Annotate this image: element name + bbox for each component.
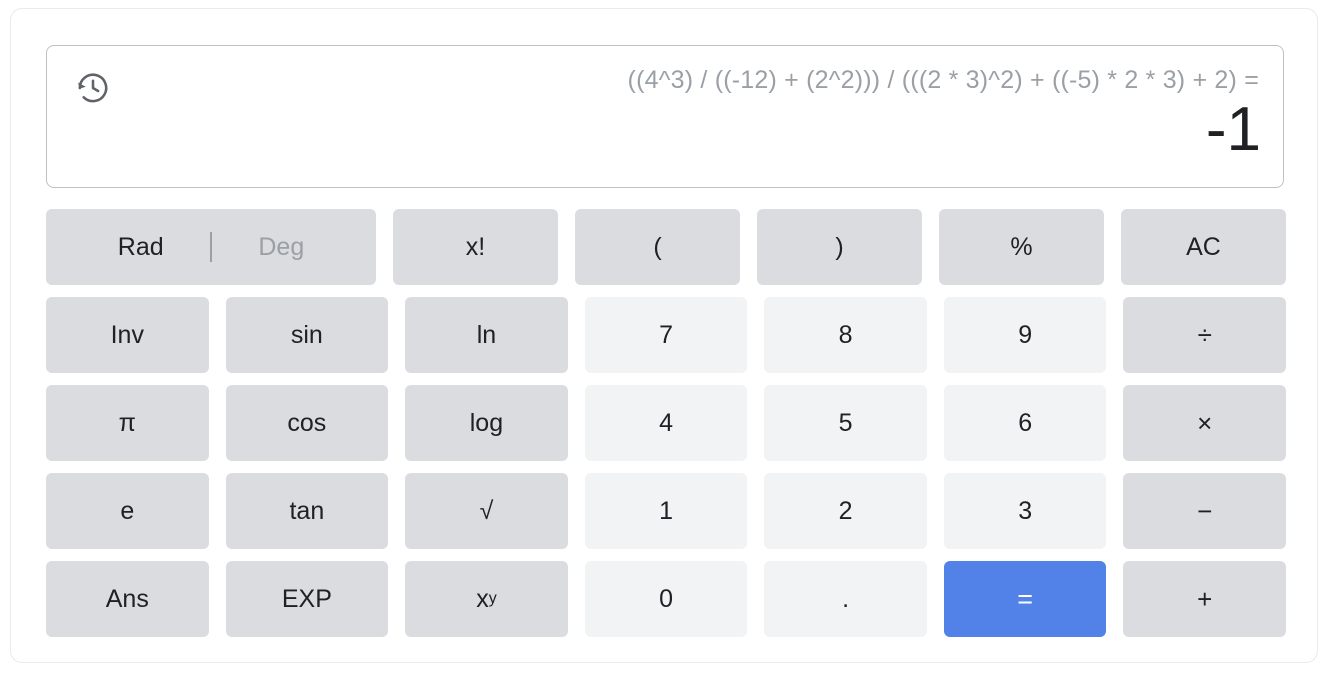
- button-factorial[interactable]: x!: [393, 209, 558, 285]
- button-pi[interactable]: π: [46, 385, 209, 461]
- button-sin[interactable]: sin: [225, 297, 389, 373]
- button-exponent-notation[interactable]: EXP: [225, 561, 389, 637]
- button-4[interactable]: 4: [584, 385, 748, 461]
- button-7[interactable]: 7: [584, 297, 748, 373]
- button-add[interactable]: +: [1123, 561, 1287, 637]
- button-multiply[interactable]: ×: [1123, 385, 1287, 461]
- history-icon[interactable]: [75, 70, 111, 106]
- keypad-row-4: e tan √ 1 2 3 −: [46, 473, 1287, 549]
- button-e[interactable]: e: [46, 473, 209, 549]
- button-answer[interactable]: Ans: [46, 561, 209, 637]
- button-all-clear[interactable]: AC: [1121, 209, 1286, 285]
- keypad-row-5: Ans EXP xy 0 . = +: [46, 561, 1287, 637]
- button-log[interactable]: log: [405, 385, 568, 461]
- keypad-row-2: Inv sin ln 7 8 9 ÷: [46, 297, 1287, 373]
- button-0[interactable]: 0: [584, 561, 748, 637]
- angle-mode-toggle[interactable]: Rad Deg: [46, 209, 376, 285]
- calculator-screen: ((4^3) / ((-12) + (2^2))) / (((2 * 3)^2)…: [0, 0, 1328, 680]
- button-open-paren[interactable]: (: [575, 209, 740, 285]
- rad-option[interactable]: Rad: [71, 233, 210, 262]
- keypad-row-3: π cos log 4 5 6 ×: [46, 385, 1287, 461]
- button-5[interactable]: 5: [764, 385, 927, 461]
- button-divide[interactable]: ÷: [1123, 297, 1287, 373]
- button-percent[interactable]: %: [939, 209, 1104, 285]
- button-equals[interactable]: =: [943, 561, 1107, 637]
- button-square-root[interactable]: √: [405, 473, 568, 549]
- button-9[interactable]: 9: [943, 297, 1107, 373]
- button-2[interactable]: 2: [764, 473, 927, 549]
- button-8[interactable]: 8: [764, 297, 927, 373]
- angle-mode-inner: Rad Deg: [46, 209, 376, 285]
- deg-option[interactable]: Deg: [212, 233, 351, 262]
- expression-text: ((4^3) / ((-12) + (2^2))) / (((2 * 3)^2)…: [627, 66, 1259, 94]
- button-ln[interactable]: ln: [405, 297, 568, 373]
- calculator-card: ((4^3) / ((-12) + (2^2))) / (((2 * 3)^2)…: [10, 8, 1318, 663]
- keypad-row-1: Rad Deg x! ( ) % AC: [46, 209, 1286, 285]
- result-value: -1: [1205, 95, 1261, 164]
- button-inverse[interactable]: Inv: [46, 297, 209, 373]
- button-cos[interactable]: cos: [225, 385, 389, 461]
- button-decimal-point[interactable]: .: [764, 561, 927, 637]
- button-close-paren[interactable]: ): [757, 209, 922, 285]
- button-1[interactable]: 1: [584, 473, 748, 549]
- button-3[interactable]: 3: [943, 473, 1107, 549]
- power-base: x: [476, 584, 489, 613]
- button-subtract[interactable]: −: [1123, 473, 1287, 549]
- calculator-display: ((4^3) / ((-12) + (2^2))) / (((2 * 3)^2)…: [46, 45, 1284, 188]
- button-6[interactable]: 6: [943, 385, 1107, 461]
- button-power[interactable]: xy: [405, 561, 568, 637]
- keypad: Rad Deg x! ( ) % AC Inv sin ln 7 8 9 ÷ π…: [46, 209, 1287, 637]
- button-tan[interactable]: tan: [225, 473, 389, 549]
